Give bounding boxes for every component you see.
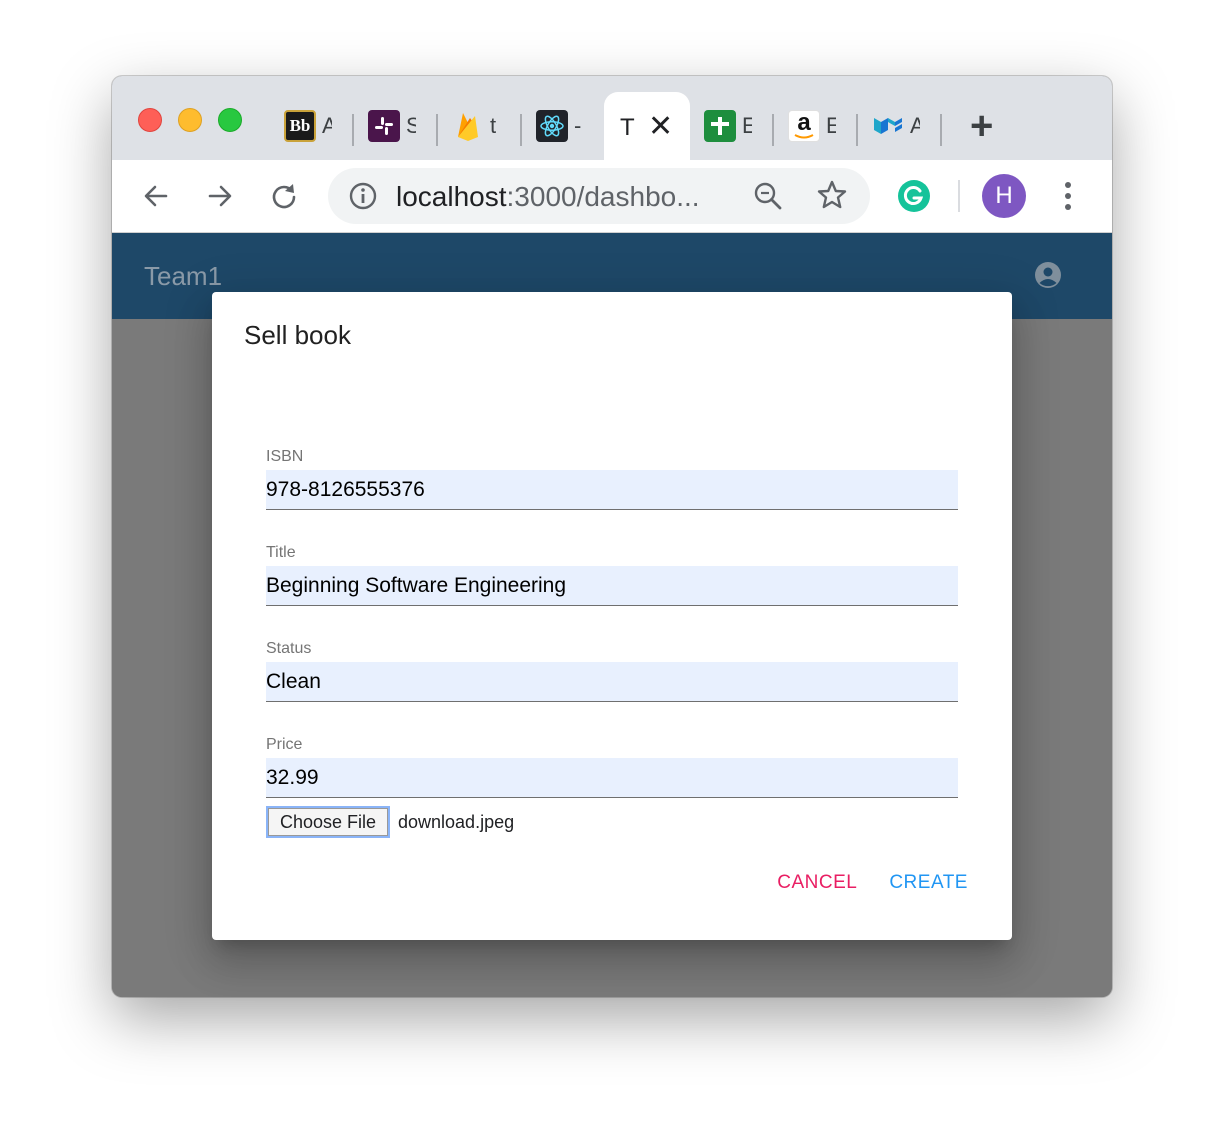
account-circle-icon[interactable]	[1034, 261, 1062, 289]
maximize-window-button[interactable]	[218, 108, 242, 132]
url-host: localhost	[396, 181, 507, 212]
tab-label: t	[490, 113, 497, 138]
status-input[interactable]: Clean	[266, 662, 958, 702]
react-icon	[536, 110, 568, 142]
tab-label: E	[826, 113, 836, 138]
choose-file-button[interactable]: Choose File	[266, 806, 390, 838]
cancel-button[interactable]: CANCEL	[777, 872, 857, 894]
tab-label: E	[742, 113, 752, 138]
blackboard-icon: Bb	[284, 110, 316, 142]
status-field: Status Clean	[266, 640, 958, 702]
tab-divider	[520, 114, 522, 146]
close-window-button[interactable]	[138, 108, 162, 132]
tab-label: -	[574, 113, 582, 138]
title-field: Title Beginning Software Engineering	[266, 544, 958, 606]
tab-react[interactable]: -	[536, 108, 584, 144]
dialog-title: Sell book	[244, 320, 351, 350]
dialog-actions: CANCEL CREATE	[777, 872, 968, 894]
title-input[interactable]: Beginning Software Engineering	[266, 566, 958, 606]
close-tab-icon[interactable]: ✕	[648, 112, 673, 142]
menu-kebab-icon[interactable]	[1046, 174, 1090, 218]
title-label: Title	[266, 544, 296, 561]
status-label: Status	[266, 640, 312, 657]
app-brand[interactable]: Team1	[144, 261, 222, 292]
tab-divider	[772, 114, 774, 146]
url-path: :3000/dashbo...	[506, 181, 700, 212]
tab-divider	[436, 114, 438, 146]
tab-blackboard[interactable]: Bb A	[284, 108, 332, 144]
minimize-window-button[interactable]	[178, 108, 202, 132]
isbn-label: ISBN	[266, 448, 304, 465]
reload-icon[interactable]	[262, 174, 306, 218]
profile-avatar[interactable]: H	[982, 174, 1026, 218]
url-text: localhost:3000/dashbo...	[396, 181, 700, 213]
price-field: Price 32.99	[266, 736, 958, 798]
tab-strip: Bb A S t - T ✕ E a E A +	[112, 76, 1112, 160]
price-label: Price	[266, 736, 303, 753]
tab-material-ui[interactable]: A	[872, 108, 920, 144]
sheets-icon	[704, 110, 736, 142]
tab-label: S	[406, 113, 416, 138]
tab-active[interactable]: T ✕	[604, 92, 690, 160]
active-tab-label: T	[620, 114, 635, 141]
isbn-input[interactable]: 978-8126555376	[266, 470, 958, 510]
address-bar[interactable]: localhost:3000/dashbo...	[328, 168, 870, 224]
sell-book-dialog: Sell book ISBN 978-8126555376 Title Begi…	[212, 292, 1012, 940]
firebase-icon	[452, 110, 484, 142]
info-icon[interactable]	[348, 181, 378, 216]
tab-divider	[352, 114, 354, 146]
selected-file-name: download.jpeg	[398, 811, 515, 832]
amazon-icon: a	[788, 110, 820, 142]
price-input[interactable]: 32.99	[266, 758, 958, 798]
new-tab-button[interactable]: +	[970, 106, 993, 146]
file-upload: Choose File download.jpeg	[266, 806, 514, 838]
tab-slack[interactable]: S	[368, 108, 416, 144]
browser-toolbar: localhost:3000/dashbo... H	[112, 160, 1112, 233]
zoom-out-icon[interactable]	[752, 180, 784, 217]
slack-icon	[368, 110, 400, 142]
tab-label: A	[322, 113, 332, 138]
forward-icon[interactable]	[198, 174, 242, 218]
toolbar-divider	[958, 180, 960, 212]
tab-firebase[interactable]: t	[452, 108, 500, 144]
tab-amazon[interactable]: a E	[788, 108, 836, 144]
grammarly-icon[interactable]	[892, 174, 936, 218]
tab-label: A	[910, 113, 920, 138]
bookmark-star-icon[interactable]	[816, 179, 848, 216]
back-icon[interactable]	[134, 174, 178, 218]
tab-sheets[interactable]: E	[704, 108, 752, 144]
create-button[interactable]: CREATE	[889, 872, 968, 894]
tab-divider	[940, 114, 942, 146]
isbn-field: ISBN 978-8126555376	[266, 448, 958, 510]
tab-divider	[856, 114, 858, 146]
material-ui-icon	[872, 110, 904, 142]
